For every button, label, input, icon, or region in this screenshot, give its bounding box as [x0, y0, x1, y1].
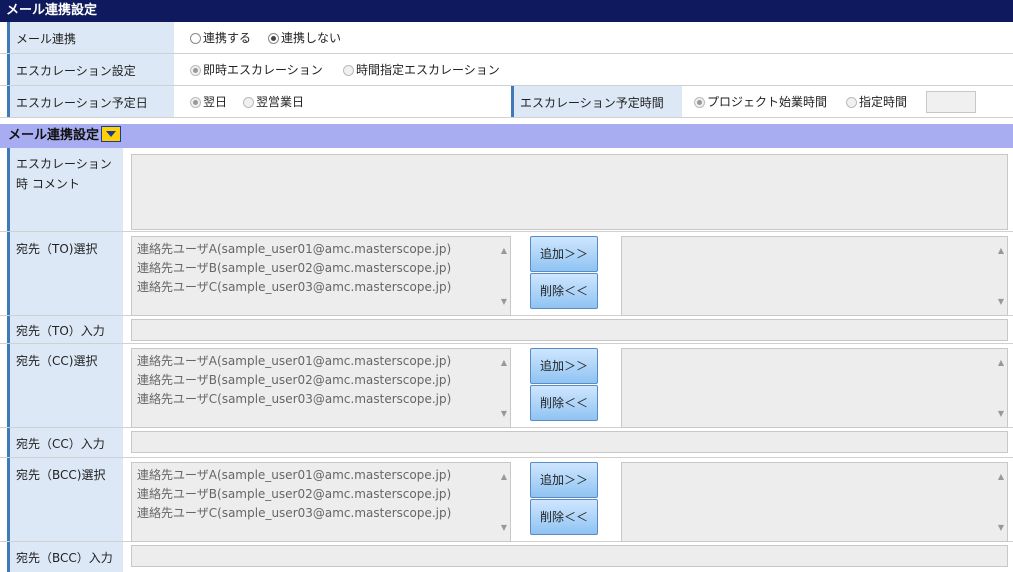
- list-item[interactable]: 連絡先ユーザB(sample_user02@amc.masterscope.jp…: [137, 485, 510, 504]
- bcc-input-field[interactable]: [131, 545, 1008, 567]
- row-comment: エスカレーション時 コメント: [0, 148, 1013, 232]
- radio-icon: [243, 97, 254, 108]
- row-escalation: エスカレーション設定 即時エスカレーション 時間指定エスカレーション: [0, 54, 1013, 86]
- row-escalation-schedule: エスカレーション予定日 翌日 翌営業日 エスカレーション予定時間 プロジェクト始…: [0, 86, 1013, 118]
- cc-input-field[interactable]: [131, 431, 1008, 453]
- row-cc-select: 宛先（CC)選択 連絡先ユーザA(sample_user01@amc.maste…: [0, 344, 1013, 428]
- to-input-label: 宛先（TO）入力: [7, 316, 123, 343]
- bcc-candidate-list[interactable]: 連絡先ユーザA(sample_user01@amc.masterscope.jp…: [131, 462, 511, 542]
- escalation-label: エスカレーション設定: [7, 54, 174, 85]
- escalation-day-option-business: 翌営業日: [243, 93, 304, 110]
- chevron-down-icon[interactable]: [101, 126, 122, 142]
- row-bcc-select: 宛先（BCC)選択 連絡先ユーザA(sample_user01@amc.mast…: [0, 458, 1013, 542]
- row-mail-link: メール連携 連携する 連携しない: [0, 22, 1013, 54]
- list-item[interactable]: 連絡先ユーザA(sample_user01@amc.masterscope.jp…: [137, 466, 510, 485]
- radio-icon: [343, 65, 354, 76]
- scroll-up-icon[interactable]: ▲: [501, 467, 507, 486]
- escalation-time-label: エスカレーション予定時間: [511, 86, 682, 117]
- scroll-up-icon[interactable]: ▲: [998, 353, 1004, 372]
- radio-icon[interactable]: [190, 33, 201, 44]
- list-item[interactable]: 連絡先ユーザA(sample_user01@amc.masterscope.jp…: [137, 240, 510, 259]
- scroll-down-icon[interactable]: ▼: [501, 404, 507, 423]
- mail-link-label: メール連携: [7, 22, 174, 53]
- bcc-input-label: 宛先（BCC）入力: [7, 542, 123, 572]
- scroll-down-icon[interactable]: ▼: [998, 518, 1004, 537]
- scroll-down-icon[interactable]: ▼: [998, 292, 1004, 311]
- to-candidate-list[interactable]: 連絡先ユーザA(sample_user01@amc.masterscope.jp…: [131, 236, 511, 316]
- comment-textarea[interactable]: [131, 154, 1008, 230]
- scroll-up-icon[interactable]: ▲: [501, 241, 507, 260]
- cc-selected-list[interactable]: ▲ ▼: [621, 348, 1008, 428]
- scroll-up-icon[interactable]: ▲: [501, 353, 507, 372]
- list-item[interactable]: 連絡先ユーザC(sample_user03@amc.masterscope.jp…: [137, 390, 510, 409]
- scroll-down-icon[interactable]: ▼: [998, 404, 1004, 423]
- bcc-remove-button[interactable]: 削除＜＜: [530, 499, 598, 535]
- mail-link-option-on[interactable]: 連携する: [190, 29, 251, 46]
- row-to-select: 宛先（TO)選択 連絡先ユーザA(sample_user01@amc.maste…: [0, 232, 1013, 316]
- bcc-add-button[interactable]: 追加＞＞: [530, 462, 598, 498]
- row-bcc-input: 宛先（BCC）入力: [0, 542, 1013, 572]
- mail-link-option-off[interactable]: 連携しない: [268, 29, 341, 46]
- to-input-field[interactable]: [131, 319, 1008, 341]
- escalation-time-option-specified: 指定時間: [846, 93, 907, 110]
- to-select-label: 宛先（TO)選択: [7, 232, 123, 315]
- radio-selected-icon: [694, 97, 705, 108]
- cc-candidate-list[interactable]: 連絡先ユーザA(sample_user01@amc.masterscope.jp…: [131, 348, 511, 428]
- escalation-option-scheduled: 時間指定エスカレーション: [343, 61, 500, 78]
- scroll-up-icon[interactable]: ▲: [998, 467, 1004, 486]
- list-item[interactable]: 連絡先ユーザC(sample_user03@amc.masterscope.jp…: [137, 504, 510, 523]
- escalation-time-option-project: プロジェクト始業時間: [694, 93, 827, 110]
- row-cc-input: 宛先（CC）入力: [0, 428, 1013, 458]
- scroll-up-icon[interactable]: ▲: [998, 241, 1004, 260]
- escalation-day-option-next: 翌日: [190, 93, 227, 110]
- list-item[interactable]: 連絡先ユーザB(sample_user02@amc.masterscope.jp…: [137, 371, 510, 390]
- list-item[interactable]: 連絡先ユーザC(sample_user03@amc.masterscope.jp…: [137, 278, 510, 297]
- bcc-select-label: 宛先（BCC)選択: [7, 458, 123, 541]
- cc-select-label: 宛先（CC)選択: [7, 344, 123, 427]
- section-header: メール連携設定: [0, 124, 1013, 148]
- scroll-down-icon[interactable]: ▼: [501, 518, 507, 537]
- radio-selected-icon[interactable]: [268, 33, 279, 44]
- to-selected-list[interactable]: ▲ ▼: [621, 236, 1008, 316]
- page-title: メール連携設定: [0, 0, 1013, 22]
- escalation-day-label: エスカレーション予定日: [7, 86, 174, 117]
- comment-label: エスカレーション時 コメント: [7, 148, 123, 231]
- radio-selected-icon: [190, 97, 201, 108]
- cc-add-button[interactable]: 追加＞＞: [530, 348, 598, 384]
- scroll-down-icon[interactable]: ▼: [501, 292, 507, 311]
- section-title: メール連携設定: [8, 128, 100, 143]
- row-to-input: 宛先（TO）入力: [0, 316, 1013, 344]
- to-add-button[interactable]: 追加＞＞: [530, 236, 598, 272]
- escalation-option-immediate: 即時エスカレーション: [190, 61, 323, 78]
- bcc-selected-list[interactable]: ▲ ▼: [621, 462, 1008, 542]
- escalation-time-input[interactable]: [926, 91, 976, 113]
- radio-selected-icon: [190, 65, 201, 76]
- list-item[interactable]: 連絡先ユーザA(sample_user01@amc.masterscope.jp…: [137, 352, 510, 371]
- radio-icon: [846, 97, 857, 108]
- to-remove-button[interactable]: 削除＜＜: [530, 273, 598, 309]
- list-item[interactable]: 連絡先ユーザB(sample_user02@amc.masterscope.jp…: [137, 259, 510, 278]
- cc-input-label: 宛先（CC）入力: [7, 428, 123, 457]
- cc-remove-button[interactable]: 削除＜＜: [530, 385, 598, 421]
